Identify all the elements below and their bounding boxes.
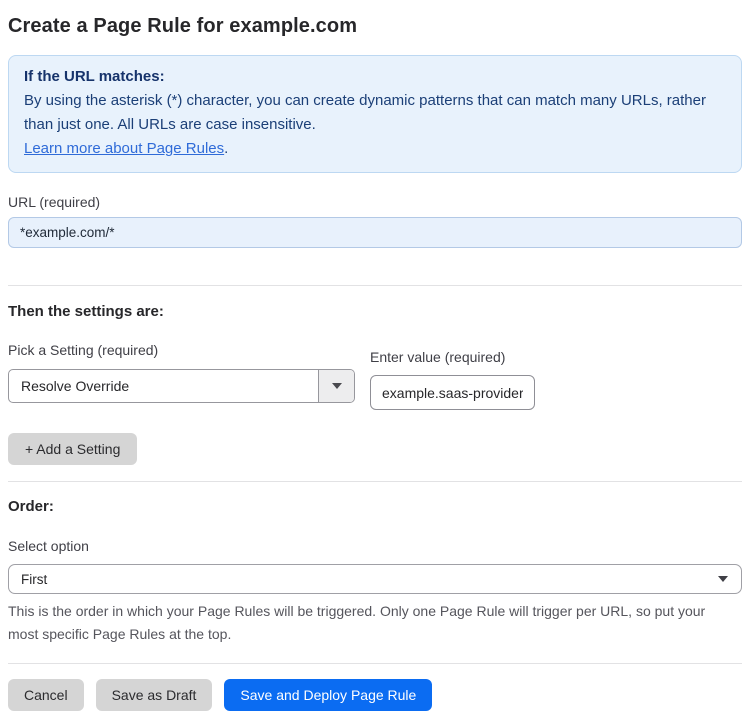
setting-picker-caret-button[interactable]: [318, 370, 354, 402]
settings-row: Pick a Setting (required) Resolve Overri…: [8, 342, 742, 410]
url-field-label: URL (required): [8, 194, 101, 210]
order-selected-value: First: [21, 571, 48, 587]
setting-value-column: Enter value (required): [370, 349, 535, 410]
url-match-info-box: If the URL matches: By using the asteris…: [8, 55, 742, 173]
divider: [8, 481, 742, 482]
setting-picker-label: Pick a Setting (required): [8, 342, 159, 358]
divider: [8, 285, 742, 286]
order-select-label: Select option: [8, 538, 89, 554]
setting-value-input[interactable]: [370, 375, 535, 410]
add-setting-button[interactable]: + Add a Setting: [8, 433, 138, 465]
order-select[interactable]: First: [8, 564, 742, 594]
save-and-deploy-button[interactable]: Save and Deploy Page Rule: [224, 679, 433, 711]
caret-down-icon: [331, 383, 342, 389]
form-actions: Cancel Save as Draft Save and Deploy Pag…: [8, 679, 742, 711]
caret-down-icon: [718, 576, 728, 582]
cancel-button[interactable]: Cancel: [8, 679, 84, 711]
setting-picker-selected-value: Resolve Override: [21, 378, 130, 394]
link-suffix: .: [224, 140, 229, 157]
setting-picker-dropdown[interactable]: Resolve Override: [8, 369, 355, 403]
order-section-heading: Order:: [8, 498, 54, 515]
info-box-heading: If the URL matches:: [24, 68, 165, 85]
info-box-body: By using the asterisk (*) character, you…: [24, 92, 706, 133]
save-as-draft-button[interactable]: Save as Draft: [95, 679, 213, 711]
settings-section-heading: Then the settings are:: [8, 303, 164, 320]
divider: [8, 663, 742, 664]
page-title: Create a Page Rule for example.com: [8, 15, 358, 37]
setting-value-label: Enter value (required): [370, 349, 506, 365]
order-help-text: This is the order in which your Page Rul…: [8, 603, 706, 642]
page-rule-form: Create a Page Rule for example.com If th…: [0, 0, 750, 711]
info-box-link-line: Learn more about Page Rules.: [24, 137, 726, 161]
url-input[interactable]: [8, 217, 742, 248]
setting-picker-column: Pick a Setting (required) Resolve Overri…: [8, 342, 370, 410]
learn-more-link[interactable]: Learn more about Page Rules: [24, 140, 224, 157]
